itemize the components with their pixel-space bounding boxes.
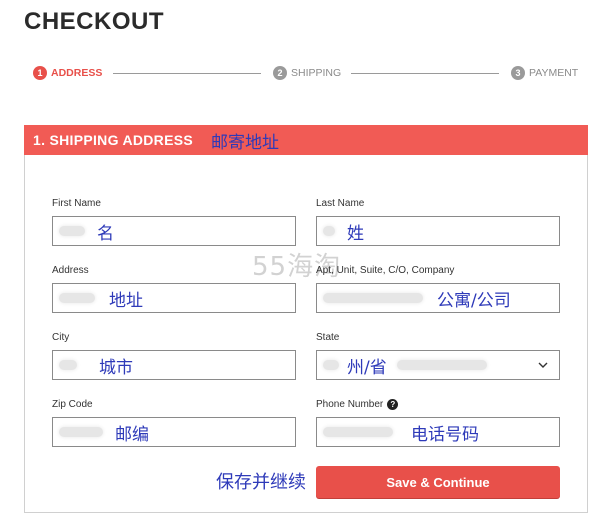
section-title-annotation: 邮寄地址 [211,132,279,153]
state-label: State [316,332,340,343]
first-name-label: First Name [52,198,101,209]
zip-label: Zip Code [52,399,93,410]
phone-field[interactable]: 电话号码 [316,417,560,447]
city-value: 城市 [99,357,133,378]
step-label: ADDRESS [51,67,103,79]
phone-label-wrap: Phone Number? [316,399,399,411]
last-name-value: 姓 [347,223,364,244]
step-label: PAYMENT [529,67,579,79]
city-label: City [52,332,70,343]
step-divider [351,73,499,74]
redacted-value [323,427,393,437]
city-field[interactable]: 城市 [52,350,296,380]
redacted-value [59,226,85,236]
last-name-label: Last Name [316,198,365,209]
apt-label: Apt, Unit, Suite, C/O, Company [316,265,455,276]
checkout-steps: 1 ADDRESS 2 SHIPPING 3 PAYMENT [33,66,581,88]
redacted-value [59,293,95,303]
zip-field[interactable]: 邮编 [52,417,296,447]
address-field[interactable]: 地址 [52,283,296,313]
help-icon[interactable]: ? [387,399,399,410]
first-name-field[interactable]: 名 [52,216,296,246]
save-annotation: 保存并继续 [216,472,306,493]
section-title: 1. SHIPPING ADDRESS [33,132,193,148]
redacted-value [323,226,335,236]
redacted-value [59,427,103,437]
step-divider [113,73,261,74]
last-name-field[interactable]: 姓 [316,216,560,246]
save-continue-button[interactable]: Save & Continue [316,466,560,498]
zip-value: 邮编 [115,424,149,445]
phone-label: Phone Number [316,399,384,411]
step-number: 2 [273,66,287,80]
redacted-value [323,293,423,303]
apt-value: 公寓/公司 [437,290,511,311]
step-shipping[interactable]: 2 SHIPPING [273,66,341,80]
step-number: 1 [33,66,47,80]
chevron-down-icon[interactable] [537,359,549,371]
state-value: 州/省 [347,357,387,378]
redacted-value [396,360,487,370]
page-title: CHECKOUT [24,8,164,35]
address-label: Address [52,265,89,276]
step-address[interactable]: 1 ADDRESS [33,66,102,80]
phone-value: 电话号码 [411,424,479,445]
shipping-address-card [24,125,588,513]
step-number: 3 [511,66,525,80]
first-name-value: 名 [97,223,114,244]
step-label: SHIPPING [291,67,342,79]
section-header: 1. SHIPPING ADDRESS 邮寄地址 [24,125,588,155]
state-select[interactable]: 州/省 [316,350,560,380]
redacted-value [323,360,339,370]
redacted-value [59,360,77,370]
apt-field[interactable]: 公寓/公司 [316,283,560,313]
address-value: 地址 [109,290,143,311]
step-payment[interactable]: 3 PAYMENT [511,66,578,80]
